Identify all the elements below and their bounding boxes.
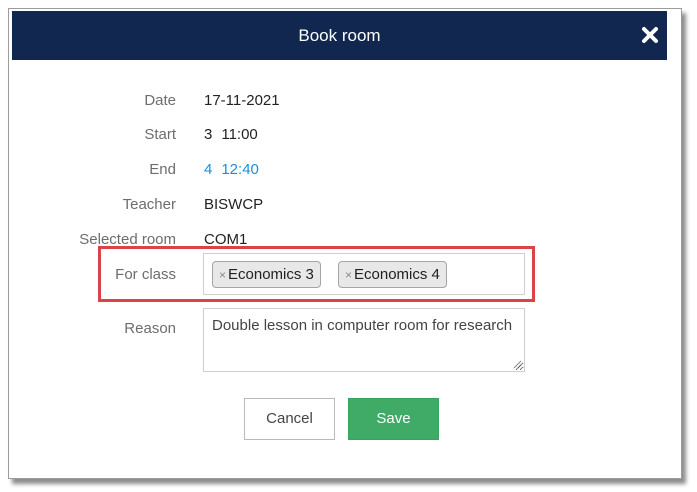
date-label: Date [144, 92, 176, 109]
end-time: 12:40 [221, 161, 259, 178]
for-class-multiselect[interactable]: × Economics 3 × Economics 4 [203, 253, 525, 295]
cancel-button[interactable]: Cancel [244, 398, 335, 440]
class-tag-label: Economics 4 [354, 266, 440, 283]
close-icon[interactable] [641, 26, 659, 44]
selected-room-value: COM1 [204, 231, 248, 248]
dialog-header: Book room [12, 11, 667, 60]
resize-handle-icon[interactable] [513, 360, 522, 369]
start-period: 3 [204, 126, 213, 143]
reason-text: Double lesson in computer room for resea… [212, 317, 513, 334]
start-time: 11:00 [221, 126, 258, 143]
class-tag-label: Economics 3 [228, 266, 314, 283]
for-class-label: For class [115, 266, 176, 283]
start-value: 3 11:00 [204, 126, 258, 143]
class-tag-economics-4: × Economics 4 [338, 261, 447, 288]
date-value: 17-11-2021 [204, 92, 280, 109]
class-tag-economics-3: × Economics 3 [212, 261, 321, 288]
tag-remove-icon[interactable]: × [345, 268, 352, 282]
start-label: Start [144, 126, 176, 143]
tag-remove-icon[interactable]: × [219, 268, 226, 282]
end-label: End [149, 161, 176, 178]
reason-textarea[interactable]: Double lesson in computer room for resea… [203, 308, 525, 372]
save-button[interactable]: Save [348, 398, 439, 440]
reason-label: Reason [124, 320, 176, 337]
dialog-title: Book room [298, 26, 381, 45]
selected-room-label: Selected room [79, 231, 176, 248]
end-value-link[interactable]: 4 12:40 [204, 161, 259, 178]
teacher-value: BISWCP [204, 196, 264, 213]
end-period: 4 [204, 161, 213, 178]
teacher-label: Teacher [122, 196, 176, 213]
